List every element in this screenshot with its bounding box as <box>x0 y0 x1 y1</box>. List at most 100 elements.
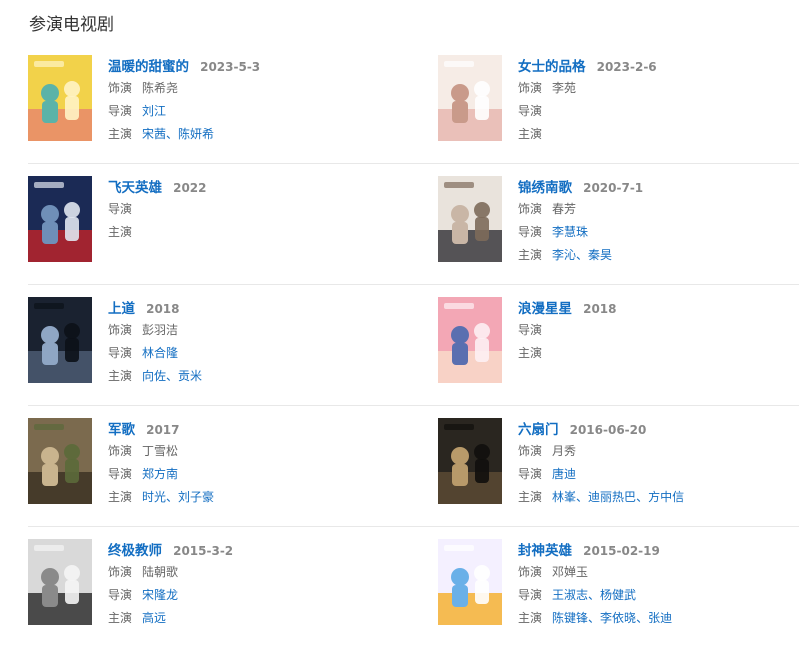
drama-title-line: 女士的品格 2023-2-6 <box>518 55 799 77</box>
director-line: 导演 刘江 <box>108 100 408 123</box>
director-link[interactable]: 李慧珠 <box>552 225 588 239</box>
cast-line: 主演 陈键锋、李依晓、张迪 <box>518 607 799 630</box>
drama-poster-image[interactable] <box>28 539 92 625</box>
director-label: 导演 <box>108 202 133 216</box>
director-link[interactable]: 刘江 <box>142 104 166 118</box>
drama-poster-image[interactable] <box>28 418 92 504</box>
drama-title-line: 锦绣南歌 2020-7-1 <box>518 176 799 198</box>
director-label: 导演 <box>108 346 133 360</box>
drama-card: 温暖的甜蜜的 2023-5-3 饰演 陈希尧 导演 刘江 主演 宋茜、陈妍希 <box>28 55 408 151</box>
drama-year: 2023-2-6 <box>596 60 657 74</box>
role-line: 饰演 陆朝歌 <box>108 561 408 584</box>
drama-title-link[interactable]: 上道 <box>108 301 135 317</box>
cast-member-link[interactable]: 贡米 <box>178 369 202 383</box>
cast-member-link[interactable]: 高远 <box>142 611 166 625</box>
cast-label: 主演 <box>108 369 133 383</box>
role-label: 饰演 <box>518 444 543 458</box>
drama-title-link[interactable]: 飞天英雄 <box>108 180 162 196</box>
role-label: 饰演 <box>518 202 543 216</box>
drama-info: 上道 2018 饰演 彭羽洁 导演 林合隆 主演 向佐、贡米 <box>108 297 408 388</box>
cast-member-link[interactable]: 时光 <box>142 490 166 504</box>
role-label: 饰演 <box>518 81 543 95</box>
cast-separator: 、 <box>166 127 179 141</box>
drama-title-link[interactable]: 封神英雄 <box>518 543 572 559</box>
drama-year: 2018 <box>146 302 180 316</box>
cast-line: 主演 <box>518 342 799 365</box>
cast-separator: 、 <box>166 369 179 383</box>
drama-poster-image[interactable] <box>28 176 92 262</box>
drama-poster-image[interactable] <box>438 297 502 383</box>
drama-title-link[interactable]: 锦绣南歌 <box>518 180 572 196</box>
role-value: 月秀 <box>552 444 577 458</box>
drama-info: 军歌 2017 饰演 丁雪松 导演 郑方南 主演 时光、刘子豪 <box>108 418 408 509</box>
drama-poster-image[interactable] <box>438 176 502 262</box>
drama-row: 飞天英雄 2022 导演 主演 锦绣南歌 2020-7-1 饰演 春芳 导演 李慧珠… <box>28 164 799 285</box>
cast-member-link[interactable]: 张迪 <box>648 611 672 625</box>
drama-title-line: 终极教师 2015-3-2 <box>108 539 408 561</box>
cast-member-link[interactable]: 方中信 <box>648 490 684 504</box>
cast-member-link[interactable]: 陈妍希 <box>178 127 214 141</box>
role-line: 饰演 李苑 <box>518 77 799 100</box>
drama-title-link[interactable]: 女士的品格 <box>518 59 586 75</box>
director-label: 导演 <box>108 588 133 602</box>
cast-label: 主演 <box>108 611 133 625</box>
cast-label: 主演 <box>518 248 543 262</box>
cast-member-link[interactable]: 陈键锋 <box>552 611 588 625</box>
cast-member-link[interactable]: 宋茜 <box>142 127 166 141</box>
director-line: 导演 <box>518 100 799 123</box>
cast-separator: 、 <box>576 248 589 262</box>
role-value: 丁雪松 <box>142 444 179 458</box>
director-link[interactable]: 郑方南 <box>142 467 178 481</box>
director-label: 导演 <box>518 104 543 118</box>
drama-poster-image[interactable] <box>438 539 502 625</box>
drama-title-line: 上道 2018 <box>108 297 408 319</box>
cast-member-link[interactable]: 林峯 <box>552 490 576 504</box>
director-link[interactable]: 林合隆 <box>142 346 178 360</box>
drama-card: 女士的品格 2023-2-6 饰演 李苑 导演 主演 <box>438 55 799 151</box>
drama-year: 2016-06-20 <box>569 423 647 437</box>
drama-poster-image[interactable] <box>438 55 502 141</box>
cast-separator: 、 <box>166 490 179 504</box>
cast-label: 主演 <box>108 490 133 504</box>
drama-poster-image[interactable] <box>28 55 92 141</box>
director-link[interactable]: 宋隆龙 <box>142 588 178 602</box>
cast-member-link[interactable]: 李沁 <box>552 248 576 262</box>
cast-member-link[interactable]: 向佐 <box>142 369 166 383</box>
role-line: 饰演 丁雪松 <box>108 440 408 463</box>
drama-poster-image[interactable] <box>28 297 92 383</box>
cast-line: 主演 宋茜、陈妍希 <box>108 123 408 146</box>
drama-year: 2018 <box>583 302 617 316</box>
director-line: 导演 唐迪 <box>518 463 799 486</box>
drama-row: 终极教师 2015-3-2 饰演 陆朝歌 导演 宋隆龙 主演 高远 封神英雄 2015… <box>28 527 799 647</box>
director-line: 导演 <box>518 319 799 342</box>
drama-info: 封神英雄 2015-02-19 饰演 邓婵玉 导演 王淑志、杨健武 主演 陈键锋、李依… <box>518 539 799 630</box>
role-line: 饰演 邓婵玉 <box>518 561 799 584</box>
drama-title-link[interactable]: 终极教师 <box>108 543 162 559</box>
drama-poster-image[interactable] <box>438 418 502 504</box>
cast-separator: 、 <box>636 611 649 625</box>
drama-title-link[interactable]: 六扇门 <box>518 422 559 438</box>
drama-row: 军歌 2017 饰演 丁雪松 导演 郑方南 主演 时光、刘子豪 六扇门 2016-06… <box>28 406 799 527</box>
role-line: 饰演 春芳 <box>518 198 799 221</box>
role-value: 彭羽洁 <box>142 323 179 337</box>
role-label: 饰演 <box>518 565 543 579</box>
cast-line: 主演 林峯、迪丽热巴、方中信 <box>518 486 799 509</box>
cast-label: 主演 <box>518 127 543 141</box>
cast-member-link[interactable]: 刘子豪 <box>178 490 214 504</box>
drama-title-link[interactable]: 军歌 <box>108 422 135 438</box>
drama-year: 2022 <box>173 181 207 195</box>
drama-card: 浪漫星星 2018 导演 主演 <box>438 297 799 393</box>
director-link[interactable]: 唐迪 <box>552 467 576 481</box>
drama-row: 上道 2018 饰演 彭羽洁 导演 林合隆 主演 向佐、贡米 浪漫星星 2018 导演… <box>28 285 799 406</box>
cast-member-link[interactable]: 李依晓 <box>600 611 636 625</box>
drama-title-link[interactable]: 温暖的甜蜜的 <box>108 59 189 75</box>
drama-title-link[interactable]: 浪漫星星 <box>518 301 572 317</box>
drama-year: 2023-5-3 <box>200 60 261 74</box>
cast-label: 主演 <box>518 611 543 625</box>
drama-card: 军歌 2017 饰演 丁雪松 导演 郑方南 主演 时光、刘子豪 <box>28 418 408 514</box>
cast-member-link[interactable]: 迪丽热巴 <box>588 490 636 504</box>
role-label: 饰演 <box>108 444 133 458</box>
cast-member-link[interactable]: 秦昊 <box>588 248 612 262</box>
role-value: 春芳 <box>552 202 577 216</box>
director-link[interactable]: 王淑志、杨健武 <box>552 588 636 602</box>
